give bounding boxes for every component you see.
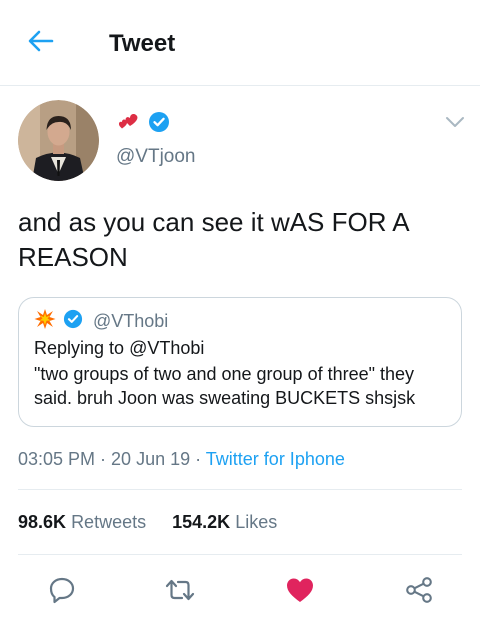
tweet-source-link[interactable]: Twitter for Iphone [206,449,345,469]
replying-to: Replying to @VThobi [34,338,204,359]
page-title: Tweet [109,30,176,57]
retweets-count: 98.6K [18,512,67,532]
replying-to-label: Replying to [34,338,125,358]
share-icon[interactable] [401,572,437,608]
tweet-date: 20 Jun 19 [111,449,191,469]
chevron-down-icon[interactable] [444,114,466,130]
like-icon[interactable] [282,572,318,608]
meta-separator: · [190,449,206,469]
reply-icon[interactable] [44,572,80,608]
tweet-meta: 03:05 PM · 20 Jun 19 · Twitter for Iphon… [18,449,345,470]
quoted-tweet-header: @VThobi [34,308,169,335]
top-bar: Tweet [0,0,480,86]
tweet-time: 03:05 PM [18,449,96,469]
verified-badge-icon [63,309,83,334]
quoted-tweet-text: "two groups of two and one group of thre… [34,364,416,408]
verified-badge-icon [148,111,170,138]
avatar[interactable] [18,100,99,181]
quoted-tweet[interactable]: @VThobi Replying to @VThobi "two groups … [18,297,462,427]
user-handle[interactable]: @VTjoon [116,146,196,168]
back-arrow-icon[interactable] [26,26,56,56]
display-name[interactable] [116,111,170,137]
retweets-label: Retweets [71,512,147,532]
divider [18,554,462,555]
retweet-icon[interactable] [162,572,198,608]
divider [18,489,462,490]
likes-stat[interactable]: 154.2K Likes [172,512,277,532]
tweet-text: and as you can see it wAS FOR A REASON [18,207,409,272]
quoted-user-handle: @VThobi [93,310,169,331]
boom-emoji-icon [34,308,56,335]
meta-separator: · [95,449,112,469]
likes-count: 154.2K [172,512,231,532]
replying-to-handle: @VThobi [129,338,205,358]
tweet-stats: 98.6K Retweets 154.2K Likes [18,512,277,533]
retweets-stat[interactable]: 98.6K Retweets [18,512,146,532]
heart-emoji-icon [116,111,140,138]
likes-label: Likes [235,512,278,532]
